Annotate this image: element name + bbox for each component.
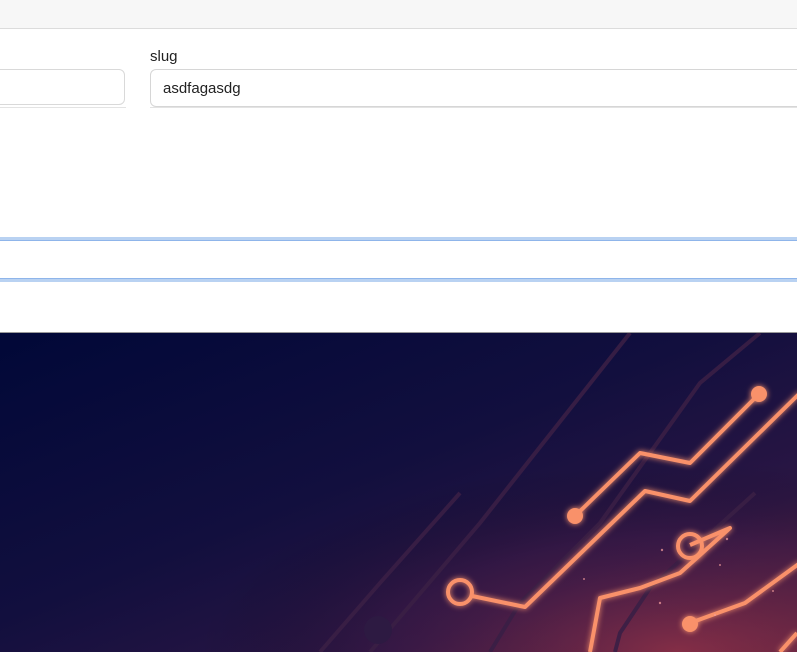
focused-editor-field[interactable]: [0, 237, 797, 282]
title-input[interactable]: [0, 69, 125, 105]
section-divider: [0, 107, 797, 108]
hero-image: [0, 333, 797, 652]
divider-gap: [126, 106, 150, 109]
dim-node: [364, 616, 392, 644]
top-toolbar: [0, 0, 797, 29]
circuit-board-illustration: [0, 333, 797, 652]
slug-label: slug: [150, 48, 178, 65]
slug-input[interactable]: [150, 69, 797, 107]
hero-glow: [0, 333, 797, 652]
page: slug: [0, 0, 797, 652]
